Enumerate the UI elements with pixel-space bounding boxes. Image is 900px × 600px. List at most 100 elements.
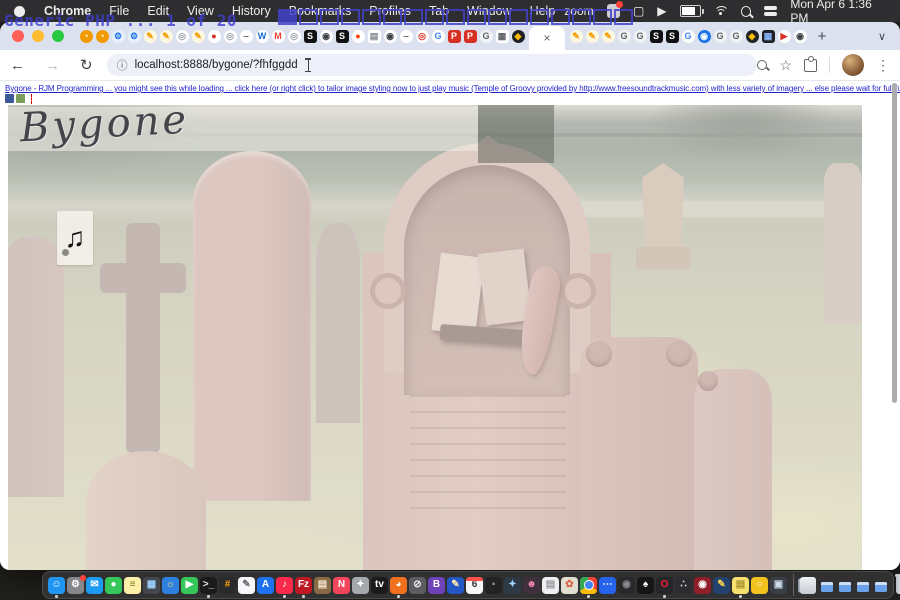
pinned-tab[interactable]: S — [648, 26, 664, 46]
pinned-tab[interactable]: ◔ — [78, 26, 94, 46]
pinned-tab[interactable]: M — [270, 26, 286, 46]
pinned-tab[interactable]: ◉ — [696, 26, 712, 46]
minimized-window[interactable] — [857, 582, 869, 592]
menu-item-history[interactable]: History — [223, 4, 280, 18]
spotlight-icon[interactable] — [741, 6, 752, 17]
menu-clock[interactable]: Mon Apr 6 1:36 PM — [790, 0, 888, 25]
downloads-stack-icon[interactable] — [800, 577, 816, 594]
dock-paws-app[interactable]: ∴ — [675, 577, 692, 594]
dock-apple-tv[interactable]: tv — [371, 577, 388, 594]
pinned-tab[interactable]: S — [334, 26, 350, 46]
pinned-tab[interactable]: ▦ — [760, 26, 776, 46]
site-info-icon[interactable]: ⓘ — [117, 57, 128, 73]
pinned-tab[interactable]: ▤ — [366, 26, 382, 46]
facebook-share-icon[interactable] — [5, 94, 14, 103]
pinned-tab[interactable]: ▦ — [494, 26, 510, 46]
minimized-window[interactable] — [875, 582, 887, 592]
dock-calculator[interactable]: # — [219, 577, 236, 594]
trash-icon[interactable] — [896, 576, 900, 594]
new-tab-button[interactable]: + — [812, 26, 832, 46]
pinned-tab[interactable]: S — [664, 26, 680, 46]
pinned-tab[interactable]: ◔ — [94, 26, 110, 46]
dock-finder[interactable]: ☺ — [48, 577, 65, 594]
pinned-tab[interactable]: ● — [206, 26, 222, 46]
dock-books[interactable]: ▤ — [314, 577, 331, 594]
forward-button[interactable]: → — [35, 57, 70, 74]
zoom-search-icon[interactable] — [757, 60, 767, 70]
apple-logo-icon[interactable] — [14, 6, 25, 17]
music-note-button[interactable]: ♫ — [57, 211, 93, 265]
control-center-icon[interactable] — [764, 6, 777, 17]
pinned-tab[interactable]: G — [728, 26, 744, 46]
dock-app-store[interactable]: A — [257, 577, 274, 594]
dock-launchpad[interactable]: ▦ — [143, 577, 160, 594]
pinned-tab[interactable]: ◎ — [174, 26, 190, 46]
minimize-window-button[interactable] — [32, 30, 44, 42]
pinned-tab[interactable]: ✎ — [584, 26, 600, 46]
pinned-tab[interactable]: ✎ — [600, 26, 616, 46]
extensions-icon[interactable] — [804, 59, 817, 72]
pinned-tab[interactable]: G — [632, 26, 648, 46]
dock-red-compass[interactable]: ◉ — [694, 577, 711, 594]
dock-textedit[interactable]: ✎ — [238, 577, 255, 594]
scrollbar-thumb[interactable] — [892, 83, 897, 403]
pinned-tab[interactable]: ✎ — [568, 26, 584, 46]
dock-safari-dark[interactable]: ✦ — [504, 577, 521, 594]
dock-spade-app[interactable]: ♠ — [637, 577, 654, 594]
menu-item-help[interactable]: Help — [521, 4, 565, 18]
pinned-tab[interactable]: ◉ — [382, 26, 398, 46]
menu-item-edit[interactable]: Edit — [138, 4, 178, 18]
zoom-window-button[interactable] — [52, 30, 64, 42]
dock-pages[interactable]: ✎ — [447, 577, 464, 594]
minimized-window[interactable] — [821, 582, 833, 592]
window-manager-icon[interactable]: ▢ — [633, 4, 644, 18]
pinned-tab[interactable]: ‒ — [398, 26, 414, 46]
dock-chrome[interactable] — [580, 577, 597, 594]
pinned-tab[interactable]: G — [430, 26, 446, 46]
dock-art-palette[interactable]: ✿ — [561, 577, 578, 594]
dock-bbedit[interactable]: B — [428, 577, 445, 594]
pinned-tab[interactable]: ⚙ — [126, 26, 142, 46]
graveyard-photo[interactable]: Bygone ♫ — [8, 105, 862, 570]
pinned-tab[interactable]: ◉ — [318, 26, 334, 46]
pinned-tab[interactable]: ◎ — [414, 26, 430, 46]
pinned-tab[interactable]: ● — [350, 26, 366, 46]
menu-item-chrome[interactable]: Chrome — [35, 4, 100, 18]
dock-filezilla[interactable]: Fz — [295, 577, 312, 594]
dock-weather[interactable]: ☼ — [162, 577, 179, 594]
dock-system-settings[interactable]: ⚙ — [67, 577, 84, 594]
dock-opera[interactable]: O — [656, 577, 673, 594]
pinned-tab[interactable]: G — [478, 26, 494, 46]
pinned-tab[interactable]: ✎ — [142, 26, 158, 46]
dock-terminal[interactable]: >_ — [200, 577, 217, 594]
pinned-tab[interactable]: ◆ — [510, 26, 526, 46]
dock-notes[interactable]: ≡ — [124, 577, 141, 594]
reload-button[interactable]: ↻ — [70, 56, 103, 74]
dock-photo-booth[interactable]: ☻ — [523, 577, 540, 594]
dock-dark-app[interactable]: ▪ — [485, 577, 502, 594]
pinned-tab[interactable]: G — [712, 26, 728, 46]
browser-menu-icon[interactable]: ⋮ — [876, 57, 890, 74]
bookmark-star-icon[interactable]: ☆ — [779, 57, 792, 74]
dock-mail[interactable]: ✉ — [86, 577, 103, 594]
dock-editor-dark[interactable]: ✎ — [713, 577, 730, 594]
dock-lightbulb-app[interactable]: ○ — [751, 577, 768, 594]
dock-calendar[interactable]: 6 — [466, 577, 483, 594]
page-top-link[interactable]: Bygone - RJM Programming ... you might s… — [5, 84, 900, 93]
status-app-icon[interactable] — [607, 4, 620, 18]
play-status-icon[interactable]: ▶ — [657, 4, 666, 18]
minimized-window[interactable] — [839, 582, 851, 592]
pinned-tab[interactable]: G — [680, 26, 696, 46]
url-text[interactable]: localhost:8888/bygone/?fhfggdd — [135, 59, 298, 71]
dock-stickies[interactable]: ▤ — [732, 577, 749, 594]
dock-screens-app[interactable]: ▣ — [770, 577, 787, 594]
pinned-tab[interactable]: ▶ — [776, 26, 792, 46]
image-share-icon[interactable] — [16, 94, 25, 103]
menu-item-view[interactable]: View — [178, 4, 223, 18]
pinned-tab[interactable]: ✎ — [190, 26, 206, 46]
menu-item-profiles[interactable]: Profiles — [360, 4, 420, 18]
pinned-tab[interactable]: G — [616, 26, 632, 46]
pinned-tab[interactable]: ◎ — [222, 26, 238, 46]
menu-item-window[interactable]: Window — [458, 4, 520, 18]
pinned-tab[interactable]: ‒ — [238, 26, 254, 46]
